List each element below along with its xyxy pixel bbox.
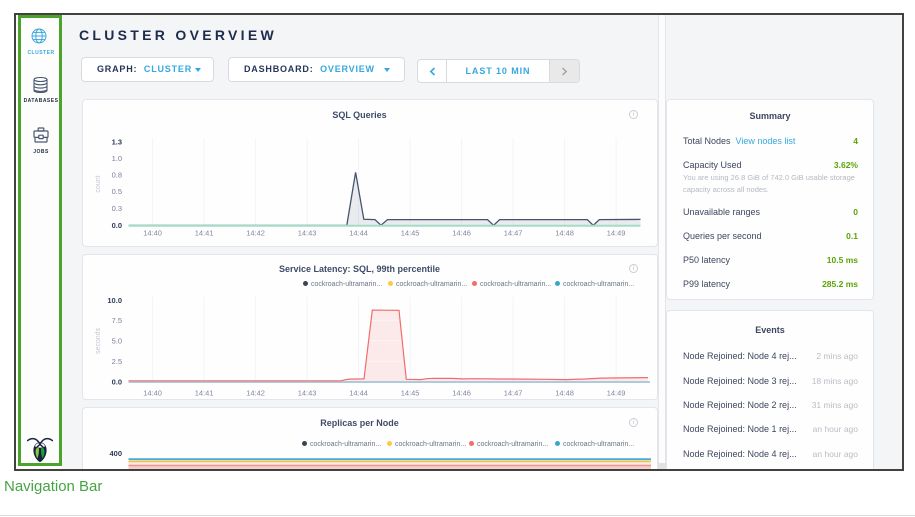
svg-text:1.0: 1.0 [112,154,122,163]
svg-text:0.8: 0.8 [112,171,122,180]
svg-text:10.0: 10.0 [107,296,122,305]
svg-text:14:41: 14:41 [195,228,214,237]
svg-text:14:46: 14:46 [452,228,471,237]
svg-text:14:44: 14:44 [349,228,368,237]
svg-text:count: count [95,175,102,192]
svg-text:0.3: 0.3 [112,204,122,213]
svg-text:2.5: 2.5 [112,357,122,366]
svg-text:14:47: 14:47 [504,228,523,237]
svg-text:14:49: 14:49 [607,388,626,397]
svg-text:7.5: 7.5 [112,316,122,325]
svg-text:14:46: 14:46 [452,388,471,397]
svg-text:14:43: 14:43 [298,228,317,237]
svg-text:14:41: 14:41 [195,388,214,397]
svg-text:14:48: 14:48 [555,388,574,397]
svg-text:0.0: 0.0 [112,377,122,386]
svg-text:14:40: 14:40 [143,228,162,237]
svg-text:14:43: 14:43 [298,388,317,397]
svg-text:seconds: seconds [95,327,102,354]
svg-text:14:44: 14:44 [349,388,368,397]
svg-text:14:40: 14:40 [143,388,162,397]
svg-text:400: 400 [109,449,122,458]
svg-text:14:45: 14:45 [401,228,420,237]
svg-text:14:42: 14:42 [246,388,265,397]
svg-text:14:45: 14:45 [401,388,420,397]
svg-text:5.0: 5.0 [112,336,122,345]
svg-text:14:49: 14:49 [607,228,626,237]
svg-text:0.5: 0.5 [112,187,122,196]
svg-text:14:47: 14:47 [504,388,523,397]
svg-text:1.3: 1.3 [112,137,122,146]
svg-text:0.0: 0.0 [112,221,122,230]
svg-text:14:48: 14:48 [555,228,574,237]
svg-text:14:42: 14:42 [246,228,265,237]
